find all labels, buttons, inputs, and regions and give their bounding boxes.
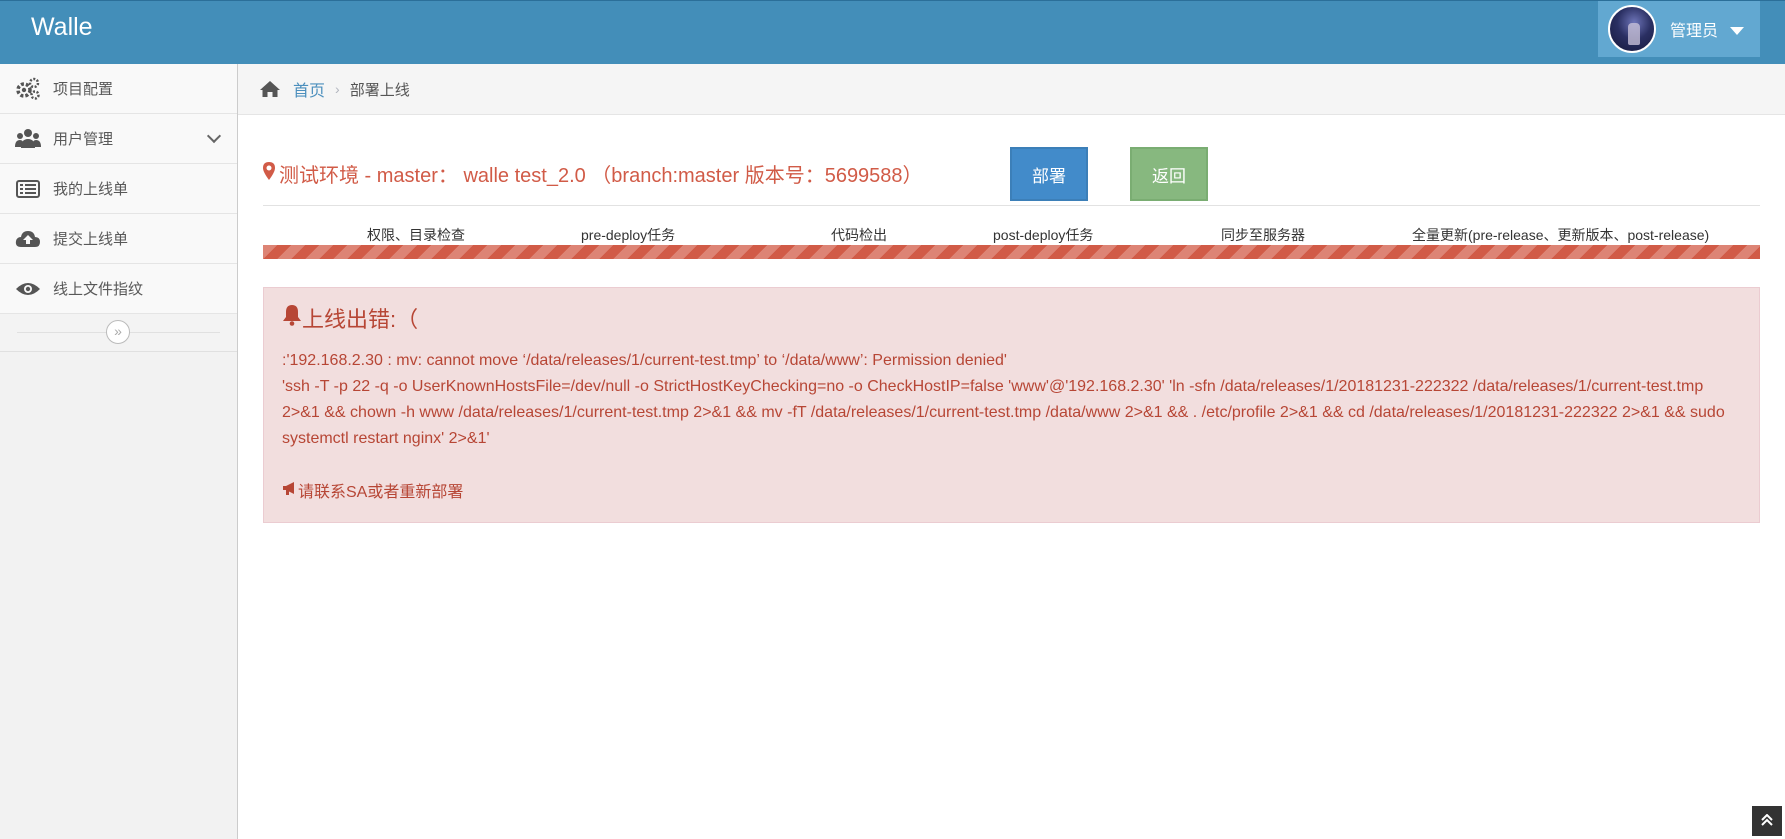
- deploy-steps: 权限、目录检查 pre-deploy任务 代码检出 post-deploy任务 …: [263, 217, 1760, 245]
- breadcrumb: 首页 › 部署上线: [238, 64, 1785, 115]
- app-brand[interactable]: Walle: [31, 13, 93, 42]
- step-label: post-deploy任务: [993, 227, 1094, 243]
- page-title: 测试环境 - master： walle test_2.0 （branch:ma…: [263, 159, 923, 188]
- sidebar-item-label: 用户管理: [53, 131, 114, 148]
- sidebar-item-file-fingerprint[interactable]: 线上文件指纹: [0, 264, 237, 314]
- step-label: 同步至服务器: [1221, 227, 1305, 243]
- sidebar: 项目配置 用户管理 我的上线单 提交上线单 线上文件指纹 »: [0, 64, 238, 839]
- error-line-2: 'ssh -T -p 22 -q -o UserKnownHostsFile=/…: [282, 378, 1725, 447]
- cloud-upload-icon: [14, 225, 42, 253]
- deploy-title-text: 测试环境 - master： walle test_2.0 （branch:ma…: [279, 165, 923, 187]
- error-tip: 请联系SA或者重新部署: [282, 478, 1741, 502]
- top-navbar: Walle 管理员: [0, 0, 1785, 64]
- step-label: pre-deploy任务: [581, 227, 676, 243]
- sidebar-item-label: 项目配置: [53, 81, 114, 98]
- sidebar-item-my-deploys[interactable]: 我的上线单: [0, 164, 237, 214]
- caret-down-icon: [1730, 26, 1745, 35]
- error-message: :'192.168.2.30 : mv: cannot move ‘/data/…: [282, 348, 1741, 452]
- sidebar-item-submit-deploy[interactable]: 提交上线单: [0, 214, 237, 264]
- user-avatar: [1608, 5, 1656, 53]
- step-label: 权限、目录检查: [367, 227, 465, 243]
- step-label: 全量更新(pre-release、更新版本、post-release): [1412, 227, 1710, 243]
- user-menu[interactable]: 管理员: [1598, 1, 1760, 57]
- step-label: 代码检出: [831, 227, 887, 243]
- error-title: 上线出错:（: [282, 302, 1741, 334]
- eye-icon: [14, 275, 42, 303]
- sidebar-item-label: 提交上线单: [53, 231, 129, 248]
- double-chevron-up-icon: [1761, 813, 1773, 829]
- back-button[interactable]: 返回: [1130, 147, 1208, 201]
- sidebar-collapse-bar: »: [0, 314, 237, 352]
- scroll-top-button[interactable]: [1752, 806, 1782, 836]
- list-icon: [14, 175, 42, 203]
- error-alert: 上线出错:（ :'192.168.2.30 : mv: cannot move …: [263, 287, 1760, 523]
- deploy-button[interactable]: 部署: [1010, 147, 1088, 201]
- cogs-icon: [14, 75, 42, 103]
- map-marker-icon: [263, 161, 275, 186]
- users-icon: [14, 125, 42, 153]
- sidebar-item-project-config[interactable]: 项目配置: [0, 64, 237, 114]
- sidebar-item-user-management[interactable]: 用户管理: [0, 114, 237, 164]
- deploy-progress-bar: [263, 245, 1760, 259]
- bullhorn-icon: [282, 481, 298, 500]
- error-title-text: 上线出错:（: [302, 307, 419, 332]
- bell-icon: [282, 304, 302, 332]
- user-name: 管理员: [1670, 23, 1719, 40]
- double-chevron-right-icon[interactable]: »: [106, 320, 130, 344]
- main-content: 测试环境 - master： walle test_2.0 （branch:ma…: [263, 115, 1760, 523]
- error-tip-text: 请联系SA或者重新部署: [298, 484, 464, 501]
- chevron-down-icon: [206, 128, 222, 144]
- sidebar-item-label: 线上文件指纹: [53, 281, 144, 298]
- sidebar-item-label: 我的上线单: [53, 181, 129, 198]
- deploy-header: 测试环境 - master： walle test_2.0 （branch:ma…: [263, 115, 1760, 206]
- breadcrumb-home-link[interactable]: 首页: [293, 77, 325, 101]
- breadcrumb-current: 部署上线: [349, 81, 410, 99]
- error-line-1: :'192.168.2.30 : mv: cannot move ‘/data/…: [282, 352, 1007, 369]
- chevron-right-icon: ›: [335, 81, 340, 97]
- home-icon: [259, 79, 281, 99]
